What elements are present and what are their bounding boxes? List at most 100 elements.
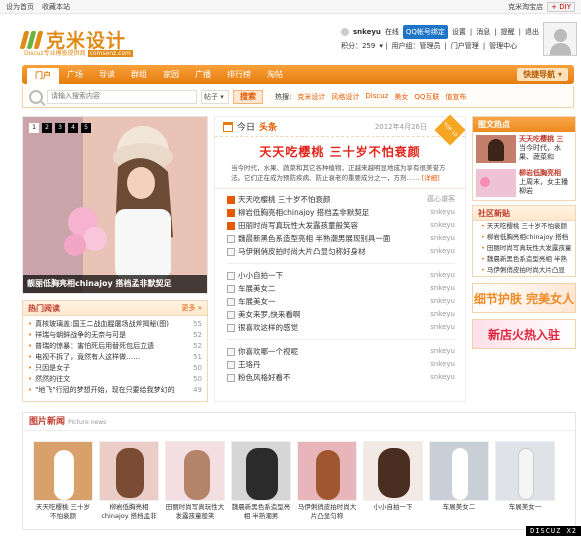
headline-summary: 当今时代，水果、蔬菜和其它各种植物，正越来越明显地成为享有很美誉方法。它们正在成… bbox=[215, 160, 465, 189]
picture-item[interactable]: 小小自拍一下 bbox=[363, 441, 423, 521]
slide-caption[interactable]: 靓丽低胸亮相chinajoy 搭档孟非默契足 bbox=[23, 275, 207, 293]
more-link[interactable]: 更多 bbox=[181, 303, 202, 313]
pic-hot-item[interactable]: 柳岩低胸亮相 上周末，女主播柳岩 bbox=[473, 166, 575, 200]
discuz-watermark: DISCUZ X2 bbox=[526, 526, 581, 536]
list-item[interactable]: "地飞"行冠的梦想开始，现在只要给我梦幻的49 bbox=[28, 385, 202, 396]
list-item[interactable]: 柳岩低胸亮相chinajoy 搭档孟非默契足 snkeyu bbox=[227, 206, 455, 219]
picture-news-subtitle: Picture news bbox=[68, 419, 107, 426]
thumbnail bbox=[297, 441, 357, 501]
set-home-link[interactable]: 设为首页 bbox=[6, 2, 34, 12]
username-link[interactable]: snkeyu bbox=[353, 25, 381, 39]
picture-item[interactable]: 天天吃樱桃 三十岁不怕衰颜 bbox=[33, 441, 93, 521]
list-item[interactable]: 美女来罗,快来看啊 snkeyu bbox=[227, 308, 455, 321]
list-item[interactable]: 田丽时尚写真玩性大发露孩童般笑容 snkeyu bbox=[227, 219, 455, 232]
main-nav: 门户 广场 导读 群组 家园 广播 排行榜 淘帖 快捷导航 ▾ bbox=[22, 65, 574, 84]
list-item[interactable]: 车展美女二 snkeyu bbox=[227, 282, 455, 295]
detail-link[interactable]: [详细] bbox=[422, 174, 440, 182]
list-item[interactable]: 电视不拆了，竟然有人这样做……51 bbox=[28, 352, 202, 363]
pic-hot-item[interactable]: 天天吃樱桃 三当今时代，水果、蔬菜和 bbox=[473, 132, 575, 166]
headline-title[interactable]: 天天吃樱桃 三十岁不怕衰颜 bbox=[215, 143, 465, 160]
search-bar: 帖子 ▾ 搜索 热搜: 克米设计 风格设计 Discuz 美女 QQ互联 值宣布 bbox=[22, 86, 574, 108]
picture-news-panel: 图片新闻 Picture news 天天吃樱桃 三十岁不怕衰颜 柳岩低胸亮相ch… bbox=[22, 412, 576, 530]
avatar[interactable] bbox=[543, 22, 577, 56]
nav-guide[interactable]: 导读 bbox=[91, 65, 123, 84]
nav-ranking[interactable]: 排行榜 bbox=[219, 65, 259, 84]
picture-item[interactable]: 魏晨新黑色系造型亮相 半熟潮男 bbox=[231, 441, 291, 521]
picture-item[interactable]: 马伊俐俏皮拍时尚大片凸显匀称 bbox=[297, 441, 357, 521]
hot-term[interactable]: Discuz bbox=[365, 92, 388, 102]
theme-link[interactable]: 克米淘宝店 bbox=[508, 2, 543, 12]
thumbnail bbox=[33, 441, 93, 501]
list-item[interactable]: 很喜欢这样的感觉 snkeyu bbox=[227, 321, 455, 334]
portal-manage-link[interactable]: 门户管理 bbox=[451, 39, 479, 53]
hot-term[interactable]: 风格设计 bbox=[331, 92, 359, 102]
list-item[interactable]: 魏晨新黑色系造型亮相 半熟 bbox=[473, 254, 575, 265]
news-list: 天天吃樱桃 三十岁不怕衰颜 孤心谱客 柳岩低胸亮相chinajoy 搭档孟非默契足… bbox=[215, 189, 465, 384]
list-item[interactable]: 天天吃樱桃 三十岁不怕衰颜 bbox=[473, 221, 575, 232]
slide-dot[interactable]: 4 bbox=[68, 123, 78, 133]
quick-nav-button[interactable]: 快捷导航 ▾ bbox=[517, 68, 568, 81]
nav-square[interactable]: 广场 bbox=[59, 65, 91, 84]
admin-center-link[interactable]: 管理中心 bbox=[489, 39, 517, 53]
points-link[interactable]: 积分：259 bbox=[341, 39, 375, 53]
list-item[interactable]: 然然的往文50 bbox=[28, 374, 202, 385]
qq-bind-button[interactable]: QQ帐号绑定 bbox=[402, 25, 448, 39]
hot-term[interactable]: 美女 bbox=[394, 92, 408, 102]
right-column: 图文热点 天天吃樱桃 三当今时代，水果、蔬菜和 柳岩低胸亮相 上周末，女主播柳岩 … bbox=[472, 116, 576, 402]
user-link-logout[interactable]: 退出 bbox=[525, 25, 539, 39]
ad-banner-newstore[interactable]: 新店火热入驻 bbox=[472, 319, 576, 349]
usergroup-link[interactable]: 用户组：管理员 bbox=[391, 39, 440, 53]
slide-dot[interactable]: 5 bbox=[81, 123, 91, 133]
list-item[interactable]: 王珞丹 snkeyu bbox=[227, 358, 455, 371]
list-item[interactable]: 小小自拍一下 snkeyu bbox=[227, 269, 455, 282]
slide-dot[interactable]: 1 bbox=[29, 123, 39, 133]
brand-slogan: Discuz专业模板提供商 comsenz.com bbox=[24, 50, 133, 57]
slide-dot[interactable]: 2 bbox=[42, 123, 52, 133]
slide-dot[interactable]: 3 bbox=[55, 123, 65, 133]
user-link-notify[interactable]: 提醒 bbox=[501, 25, 515, 39]
today-headline-label: 头条 bbox=[259, 123, 278, 133]
today-date: 2012年4月26日 bbox=[374, 122, 427, 131]
user-link-settings[interactable]: 设置 bbox=[452, 25, 466, 39]
nav-groups[interactable]: 群组 bbox=[123, 65, 155, 84]
picture-news-title: 图片新闻 bbox=[29, 417, 66, 427]
headline-panel: 今日 头条 2012年4月26日 TOP 10 天天吃樱桃 三十岁不怕衰颜 当今… bbox=[214, 114, 466, 402]
list-item[interactable]: 真核玻璃盖:国王二战血腥屠场战斧揭秘(图)55 bbox=[28, 319, 202, 330]
picture-item[interactable]: 田丽时尚写真玩性大发露孩童般笑 bbox=[165, 441, 225, 521]
diy-button[interactable]: + DIY bbox=[547, 1, 575, 12]
list-item[interactable]: 柳岩低胸亮相chinajoy 搭档 bbox=[473, 232, 575, 243]
list-item[interactable]: 祥瑞与朝鲜战争的无奈与可是52 bbox=[28, 330, 202, 341]
list-item[interactable]: 普瑞的惊暴：害怕死后用替死包后立遗52 bbox=[28, 341, 202, 352]
user-link-messages[interactable]: 消息 bbox=[476, 25, 490, 39]
ad-banner-skincare[interactable]: 细节护肤 完美女人 bbox=[472, 283, 576, 313]
list-item[interactable]: 车展美女一 snkeyu bbox=[227, 295, 455, 308]
list-item[interactable]: 魏晨新黑色系造型亮相 半熟潮男展现别具一面 snkeyu bbox=[227, 232, 455, 245]
hot-term[interactable]: QQ互联 bbox=[414, 92, 439, 102]
community-panel: 社区新贴 天天吃樱桃 三十岁不怕衰颜 柳岩低胸亮相chinajoy 搭档 田丽时… bbox=[472, 205, 576, 277]
picture-item[interactable]: 车展美女二 bbox=[429, 441, 489, 521]
hot-term[interactable]: 值宣布 bbox=[445, 92, 466, 102]
list-item[interactable]: 只因是女子50 bbox=[28, 363, 202, 374]
hot-search-label: 热搜: bbox=[275, 92, 292, 101]
thumbnail bbox=[99, 441, 159, 501]
nav-home[interactable]: 家园 bbox=[155, 65, 187, 84]
hot-term[interactable]: 克米设计 bbox=[297, 92, 325, 102]
site-logo[interactable]: 克米设计 Discuz专业模板提供商 comsenz.com bbox=[19, 26, 133, 57]
list-item[interactable]: 天天吃樱桃 三十岁不怕衰颜 孤心谱客 bbox=[227, 193, 455, 206]
bookmark-link[interactable]: 收藏本站 bbox=[42, 2, 70, 12]
search-scope-select[interactable]: 帖子 ▾ bbox=[201, 89, 229, 104]
thumbnail bbox=[495, 441, 555, 501]
picture-item[interactable]: 车展美女一 bbox=[495, 441, 555, 521]
list-item[interactable]: 马伊俐俏皮拍时尚大片凸显匀称好身材 snkeyu bbox=[227, 245, 455, 258]
nav-portal[interactable]: 门户 bbox=[27, 68, 59, 84]
picture-item[interactable]: 柳岩低胸亮相chinajoy 搭档孟非 bbox=[99, 441, 159, 521]
slideshow[interactable]: 1 2 3 4 5 靓丽低胸亮相chinajoy 搭档孟非默契足 bbox=[22, 116, 208, 294]
nav-broadcast[interactable]: 广播 bbox=[187, 65, 219, 84]
search-input[interactable] bbox=[47, 89, 197, 104]
list-item[interactable]: 你喜欢哪一个视呢 snkeyu bbox=[227, 345, 455, 358]
search-button[interactable]: 搜索 bbox=[233, 89, 263, 104]
nav-taotie[interactable]: 淘帖 bbox=[259, 65, 291, 84]
list-item[interactable]: 田丽时尚写真玩性大发露孩童 bbox=[473, 243, 575, 254]
list-item[interactable]: 马伊俐俏皮拍时尚大片凸显 bbox=[473, 265, 575, 276]
list-item[interactable]: 粉色风格好看不 snkeyu bbox=[227, 371, 455, 384]
